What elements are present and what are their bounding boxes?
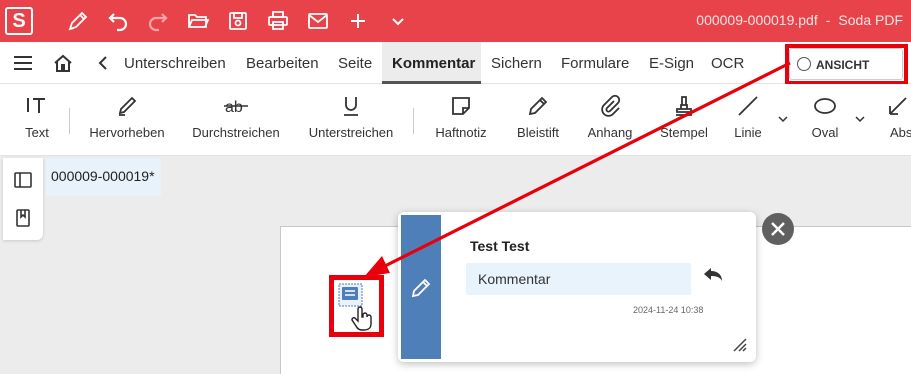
tool-hervorheben[interactable]: Hervorheben: [84, 84, 170, 156]
tool-text-label: Text: [25, 125, 49, 140]
tool-oval[interactable]: Oval: [804, 84, 846, 156]
oval-icon: [813, 94, 837, 118]
tool-abs-label: Abs: [890, 125, 911, 140]
tool-linie[interactable]: Linie: [728, 84, 768, 156]
hand-cursor-icon: [350, 306, 374, 332]
tool-unterstreichen[interactable]: Unterstreichen: [304, 84, 398, 156]
edit-pencil-icon: [410, 277, 432, 299]
comment-edit-strip[interactable]: [401, 215, 441, 359]
text-cursor-icon: [25, 94, 49, 118]
open-folder-icon[interactable]: [186, 9, 210, 33]
tab-ocr[interactable]: OCR: [711, 55, 744, 72]
more-chevron-icon[interactable]: [386, 9, 410, 33]
stamp-icon: [672, 94, 696, 118]
pen-icon[interactable]: [66, 9, 90, 33]
tool-haftnotiz[interactable]: Haftnotiz: [430, 84, 492, 156]
left-panel-rail: [3, 158, 43, 240]
tab-unterschreiben[interactable]: Unterschreiben: [124, 55, 226, 72]
resize-handle-icon[interactable]: [732, 337, 748, 353]
tool-anhang-label: Anhang: [587, 125, 633, 140]
tool-anhang[interactable]: Anhang: [584, 84, 636, 156]
tool-bleistift-label: Bleistift: [517, 125, 559, 140]
tool-durchstreichen-label: Durchstreichen: [192, 125, 280, 140]
home-icon[interactable]: [52, 52, 74, 74]
svg-text:ab: ab: [225, 99, 243, 116]
tool-abs[interactable]: Abs: [884, 84, 911, 156]
window-title-app: Soda PDF: [838, 12, 903, 28]
sidebar-panel-icon[interactable]: [13, 170, 33, 190]
bookmark-icon[interactable]: [13, 208, 33, 228]
strikethrough-icon: ab: [224, 94, 248, 118]
tool-stempel[interactable]: Stempel: [656, 84, 712, 156]
tool-linie-label: Linie: [734, 125, 762, 140]
tool-bleistift[interactable]: Bleistift: [510, 84, 566, 156]
title-bar: S 000009-000019.pdf - Soda PDF: [0, 0, 911, 42]
tool-hervorheben-label: Hervorheben: [89, 125, 165, 140]
tool-text[interactable]: Text: [14, 84, 60, 156]
underline-icon: [339, 94, 363, 118]
window-title-filename: 000009-000019.pdf: [696, 12, 818, 28]
back-chevron-icon[interactable]: [97, 55, 109, 71]
oval-dropdown-icon[interactable]: [855, 114, 865, 124]
save-icon[interactable]: [226, 9, 250, 33]
highlight-box-view-toggle: [785, 44, 908, 85]
comment-author: Test Test: [470, 238, 530, 254]
tool-haftnotiz-label: Haftnotiz: [435, 125, 487, 140]
line-icon: [736, 94, 760, 118]
menu-bar: Unterschreiben Bearbeiten Seite Kommenta…: [0, 42, 911, 84]
window-title: 000009-000019.pdf - Soda PDF: [696, 12, 903, 28]
tool-durchstreichen[interactable]: ab Durchstreichen: [188, 84, 284, 156]
linie-dropdown-icon[interactable]: [778, 114, 788, 124]
tab-formulare[interactable]: Formulare: [561, 55, 629, 72]
comment-popup: Test Test Kommentar 2024-11-24 10:38: [398, 212, 756, 362]
highlighter-icon: [115, 94, 139, 118]
sticky-note-icon: [449, 94, 473, 118]
comment-note-icon[interactable]: [338, 283, 363, 307]
new-plus-icon[interactable]: [346, 9, 370, 33]
undo-icon[interactable]: [106, 9, 130, 33]
document-tab[interactable]: 000009-000019*: [46, 158, 161, 196]
tool-unterstreichen-label: Unterstreichen: [308, 125, 394, 140]
pencil-icon: [526, 94, 550, 118]
hamburger-menu-icon[interactable]: [12, 53, 34, 73]
toolbar-divider: [69, 108, 70, 134]
comment-toolbar: Text Hervorheben ab Durchstreichen Unter…: [0, 84, 911, 156]
window-title-separator: -: [825, 12, 831, 28]
tool-stempel-label: Stempel: [660, 125, 708, 140]
tab-e-sign[interactable]: E-Sign: [649, 55, 694, 72]
arrow-shape-icon: [886, 94, 910, 118]
tab-kommentar[interactable]: Kommentar: [392, 55, 475, 72]
tab-sichern[interactable]: Sichern: [491, 55, 542, 72]
comment-text[interactable]: Kommentar: [466, 263, 691, 295]
paperclip-icon: [598, 94, 622, 118]
reply-arrow-icon[interactable]: [702, 266, 724, 284]
print-icon[interactable]: [266, 9, 290, 33]
mail-icon[interactable]: [306, 9, 330, 33]
comment-timestamp: 2024-11-24 10:38: [633, 305, 704, 315]
tab-bearbeiten[interactable]: Bearbeiten: [246, 55, 319, 72]
tool-oval-label: Oval: [811, 125, 839, 140]
tab-seite[interactable]: Seite: [338, 55, 372, 72]
redo-icon[interactable]: [146, 9, 170, 33]
close-icon[interactable]: [762, 213, 794, 245]
app-logo: S: [5, 7, 33, 35]
toolbar-divider: [413, 108, 414, 134]
